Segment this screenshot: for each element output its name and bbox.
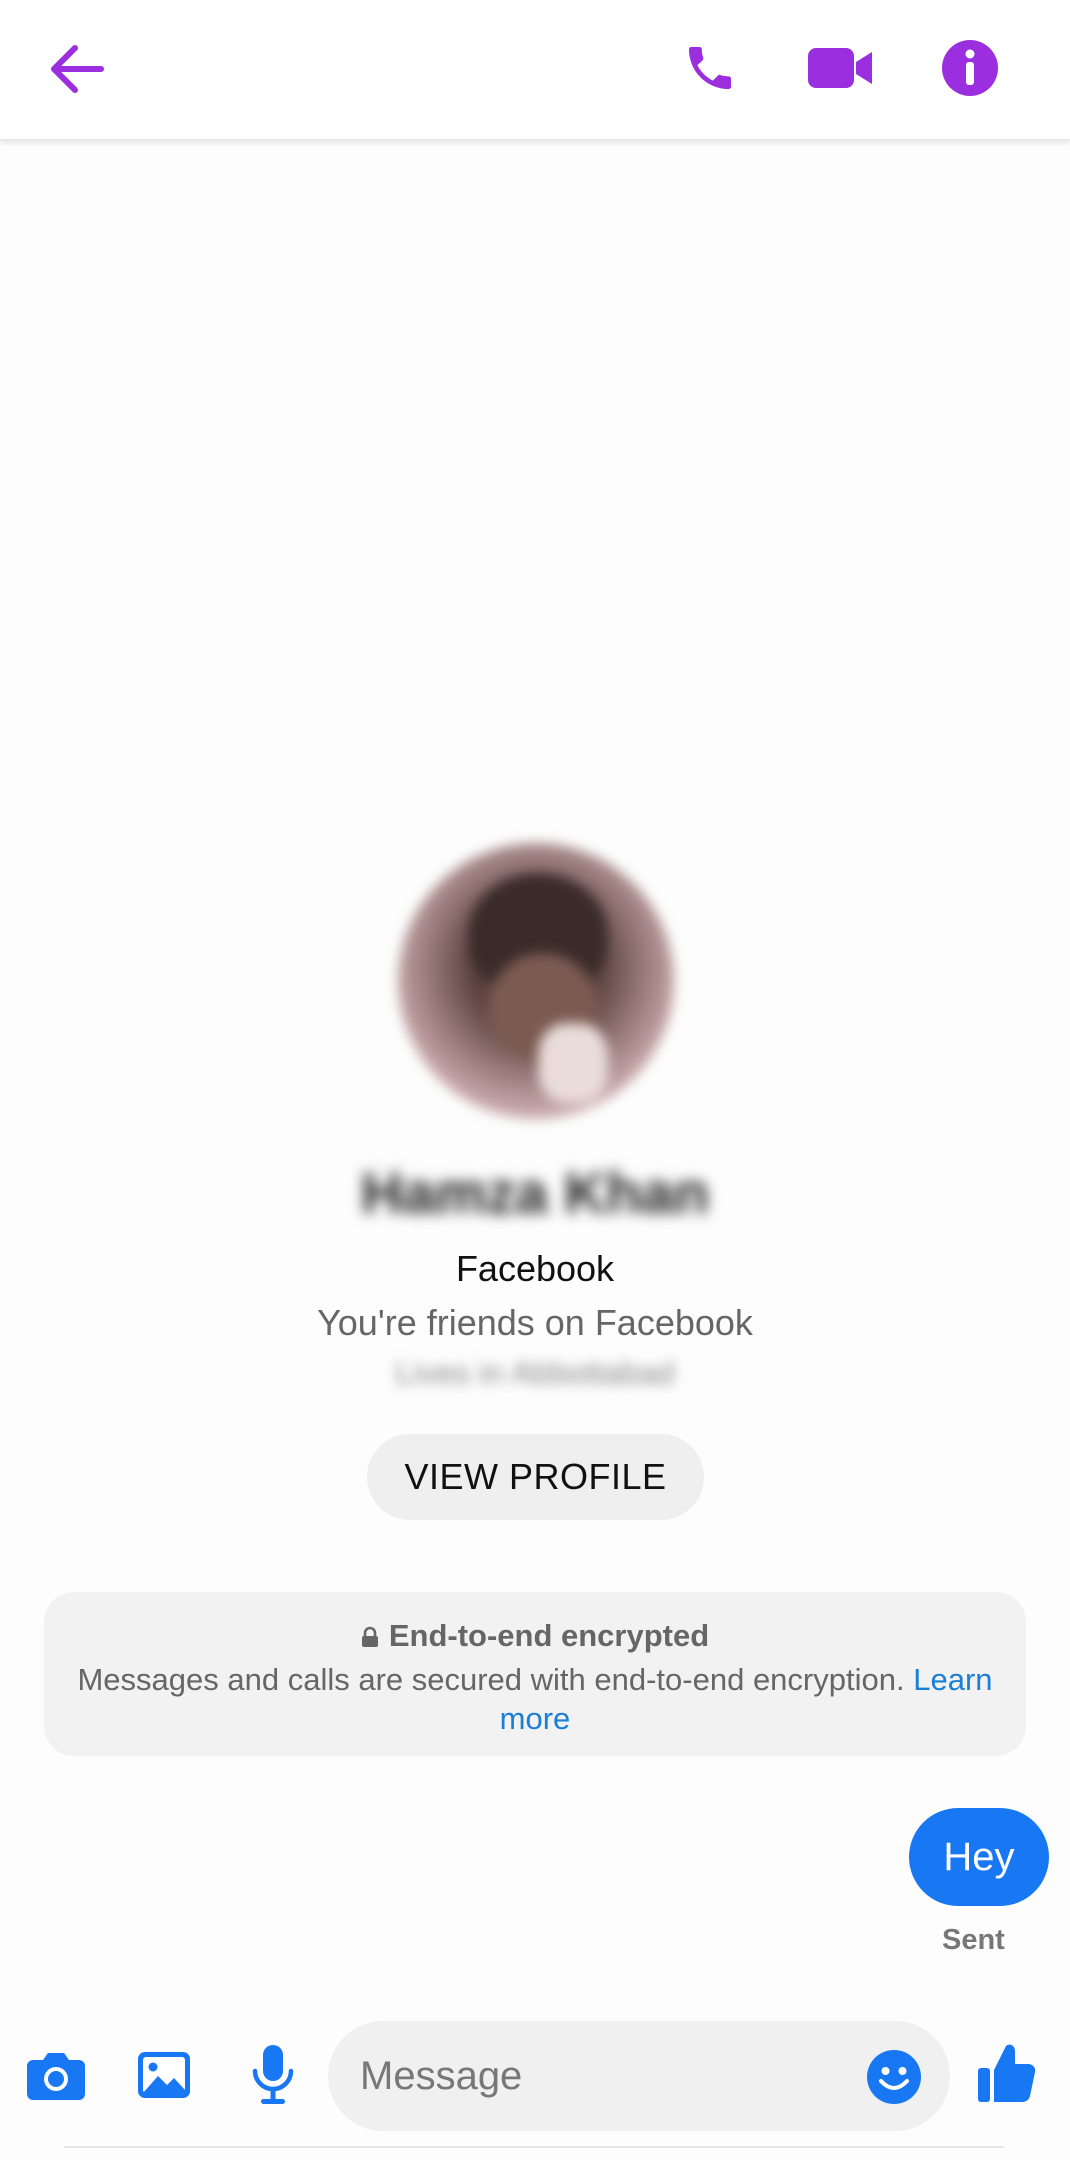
top-bar xyxy=(0,0,1070,140)
message-status: Sent xyxy=(942,1924,1005,1956)
sent-message-bubble[interactable]: Hey xyxy=(909,1808,1049,1906)
video-camera-icon xyxy=(808,48,872,88)
microphone-button[interactable] xyxy=(248,2040,298,2110)
encryption-notice: End-to-end encrypted Messages and calls … xyxy=(44,1592,1026,1756)
camera-button[interactable] xyxy=(22,2046,90,2106)
friendship-status: You're friends on Facebook xyxy=(317,1302,753,1343)
profile-name: Hamza Khan xyxy=(360,1161,710,1226)
emoji-icon xyxy=(867,2050,921,2104)
profile-location: Lives in Abbottabad xyxy=(395,1355,675,1391)
profile-platform: Facebook xyxy=(455,1248,615,1289)
back-arrow-icon xyxy=(51,45,104,93)
back-button[interactable] xyxy=(40,32,114,106)
profile-avatar xyxy=(398,843,674,1119)
gallery-button[interactable] xyxy=(134,2046,194,2104)
camera-icon xyxy=(27,2053,85,2100)
view-profile-button[interactable]: VIEW PROFILE xyxy=(367,1434,704,1520)
microphone-icon xyxy=(252,2045,294,2104)
messenger-chat-screen: Hamza Khan Facebook You're friends on Fa… xyxy=(0,0,1070,2160)
divider xyxy=(64,2146,1004,2148)
like-button[interactable] xyxy=(974,2040,1038,2106)
emoji-button[interactable] xyxy=(866,2049,922,2105)
voice-call-button[interactable] xyxy=(672,30,748,106)
lock-icon xyxy=(361,1626,378,1647)
message-input[interactable] xyxy=(360,2047,840,2105)
video-call-button[interactable] xyxy=(800,30,880,106)
info-button[interactable] xyxy=(930,28,1010,108)
info-icon xyxy=(942,40,998,96)
thumbs-up-icon xyxy=(978,2044,1036,2102)
phone-icon xyxy=(689,47,731,89)
encryption-body: Messages and calls are secured with end-… xyxy=(77,1662,905,1697)
message-field[interactable] xyxy=(328,2021,950,2131)
gallery-icon xyxy=(138,2052,190,2098)
encryption-title: End-to-end encrypted xyxy=(388,1618,710,1653)
